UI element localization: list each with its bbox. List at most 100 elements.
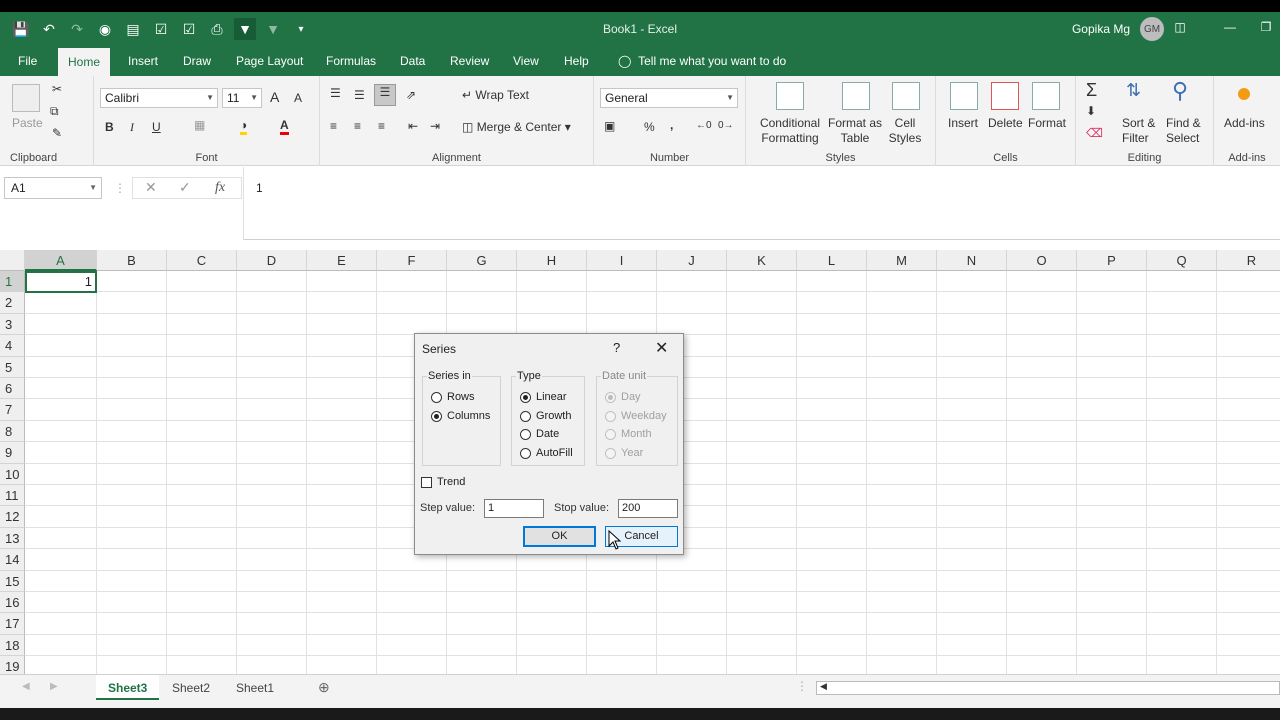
format-as-table-button[interactable]: Format as Table <box>828 116 882 146</box>
select-all-corner[interactable] <box>0 250 25 271</box>
radio-columns[interactable]: Columns <box>431 410 490 422</box>
number-format-select[interactable]: General ▼ <box>600 88 738 108</box>
increase-decimal-icon[interactable]: ←0 <box>696 120 712 131</box>
decrease-decimal-icon[interactable]: 0→ <box>718 120 734 131</box>
row-header-18[interactable]: 18 <box>0 634 25 657</box>
addins-button[interactable]: Add-ins <box>1224 116 1265 130</box>
radio-growth[interactable]: Growth <box>520 410 571 422</box>
insert-function-icon[interactable]: fx <box>215 180 225 196</box>
tab-page-layout[interactable]: Page Layout <box>226 46 313 76</box>
row-header-10[interactable]: 10 <box>0 463 25 485</box>
stop-value-input[interactable]: 200 <box>618 499 678 518</box>
column-header-b[interactable]: B <box>97 250 167 271</box>
row-header-8[interactable]: 8 <box>0 420 25 443</box>
delete-button[interactable]: Delete <box>988 116 1023 130</box>
column-header-n[interactable]: N <box>937 250 1007 271</box>
tab-help[interactable]: Help <box>554 46 599 76</box>
scroll-left-icon[interactable]: ◀ <box>820 681 827 692</box>
tab-insert[interactable]: Insert <box>118 46 168 76</box>
tab-home[interactable]: Home <box>58 48 111 76</box>
column-header-d[interactable]: D <box>237 250 307 271</box>
minimize-icon[interactable]: — <box>1222 20 1238 34</box>
new-sheet-icon[interactable]: ⊕ <box>318 679 330 696</box>
accounting-format-icon[interactable]: ▣ <box>604 119 615 133</box>
align-right-icon[interactable]: ≡ <box>378 119 385 133</box>
formula-input[interactable]: 1 <box>243 167 1280 240</box>
insert-button[interactable]: Insert <box>948 116 978 130</box>
percent-button[interactable]: % <box>644 120 655 134</box>
radio-autofill[interactable]: AutoFill <box>520 447 573 459</box>
row-header-14[interactable]: 14 <box>0 549 25 571</box>
tab-file[interactable]: File <box>8 46 47 76</box>
name-box[interactable]: A1 ▼ <box>4 177 102 199</box>
row-header-5[interactable]: 5 <box>0 356 25 378</box>
find-select-button[interactable]: Find & Select <box>1166 116 1201 146</box>
column-header-o[interactable]: O <box>1007 250 1077 271</box>
column-header-k[interactable]: K <box>727 250 797 271</box>
autosum-icon[interactable]: Σ <box>1086 80 1097 101</box>
fill-color-icon[interactable]: ◑ <box>240 118 248 135</box>
tab-view[interactable]: View <box>503 46 549 76</box>
format-painter-icon[interactable]: ✎ <box>52 126 62 140</box>
column-header-p[interactable]: P <box>1077 250 1147 271</box>
column-header-a[interactable]: A <box>25 250 97 271</box>
row-header-13[interactable]: 13 <box>0 527 25 550</box>
cell-styles-button[interactable]: Cell Styles <box>884 116 926 146</box>
tab-formulas[interactable]: Formulas <box>316 46 386 76</box>
radio-rows[interactable]: Rows <box>431 391 475 403</box>
prev-sheet-icon[interactable]: ◀ <box>22 681 30 692</box>
row-header-19[interactable]: 19 <box>0 656 25 674</box>
middle-align-icon[interactable]: ☰ <box>354 88 365 102</box>
comma-button[interactable]: , <box>670 118 673 132</box>
row-header-2[interactable]: 2 <box>0 292 25 314</box>
column-header-j[interactable]: J <box>657 250 727 271</box>
align-center-icon[interactable]: ≡ <box>354 119 361 133</box>
underline-button[interactable]: U <box>152 120 161 134</box>
increase-indent-icon[interactable]: ⇥ <box>430 119 440 133</box>
conditional-formatting-button[interactable]: Conditional Formatting <box>758 116 822 146</box>
column-header-m[interactable]: M <box>867 250 937 271</box>
sheet-tab-sheet3[interactable]: Sheet3 <box>96 675 160 701</box>
user-name[interactable]: Gopika Mg <box>1072 22 1130 36</box>
confirm-entry-icon[interactable]: ✓ <box>179 179 191 196</box>
radio-date[interactable]: Date <box>520 428 559 440</box>
row-header-9[interactable]: 9 <box>0 442 25 464</box>
row-header-16[interactable]: 16 <box>0 592 25 614</box>
row-header-17[interactable]: 17 <box>0 613 25 635</box>
align-left-icon[interactable]: ≡ <box>330 119 337 133</box>
tab-data[interactable]: Data <box>390 46 435 76</box>
column-header-l[interactable]: L <box>797 250 867 271</box>
cancel-entry-icon[interactable]: ✕ <box>145 179 157 196</box>
tab-draw[interactable]: Draw <box>173 46 221 76</box>
decrease-indent-icon[interactable]: ⇤ <box>408 119 418 133</box>
horizontal-scrollbar[interactable] <box>816 681 1280 695</box>
tab-review[interactable]: Review <box>440 46 499 76</box>
paste-icon[interactable] <box>12 84 40 112</box>
row-header-1[interactable]: 1 <box>0 271 25 293</box>
row-header-3[interactable]: 3 <box>0 313 25 336</box>
ok-button[interactable]: OK <box>523 526 596 547</box>
close-icon[interactable]: ✕ <box>655 338 668 358</box>
borders-icon[interactable]: ▦ <box>194 118 205 132</box>
restore-icon[interactable]: ❐ <box>1258 20 1274 34</box>
shrink-font-button[interactable]: A <box>294 91 302 105</box>
column-header-c[interactable]: C <box>167 250 237 271</box>
column-header-i[interactable]: I <box>587 250 657 271</box>
column-header-h[interactable]: H <box>517 250 587 271</box>
avatar[interactable]: GM <box>1140 17 1164 41</box>
row-header-6[interactable]: 6 <box>0 378 25 400</box>
row-header-12[interactable]: 12 <box>0 506 25 528</box>
row-header-11[interactable]: 11 <box>0 485 25 507</box>
format-button[interactable]: Format <box>1028 116 1066 130</box>
tell-me-search[interactable]: ◯ Tell me what you want to do <box>618 54 786 68</box>
row-header-15[interactable]: 15 <box>0 570 25 592</box>
bottom-align-icon[interactable]: ☰ <box>374 84 396 106</box>
column-header-f[interactable]: F <box>377 250 447 271</box>
grow-font-button[interactable]: A <box>270 89 279 105</box>
cut-icon[interactable]: ✂ <box>52 82 62 96</box>
split-handle-icon[interactable]: ⋮ <box>796 679 808 693</box>
clear-icon[interactable]: ⌫ <box>1086 126 1103 140</box>
column-header-e[interactable]: E <box>307 250 377 271</box>
column-header-r[interactable]: R <box>1217 250 1280 271</box>
merge-center-button[interactable]: ◫ Merge & Center ▾ <box>462 120 571 134</box>
